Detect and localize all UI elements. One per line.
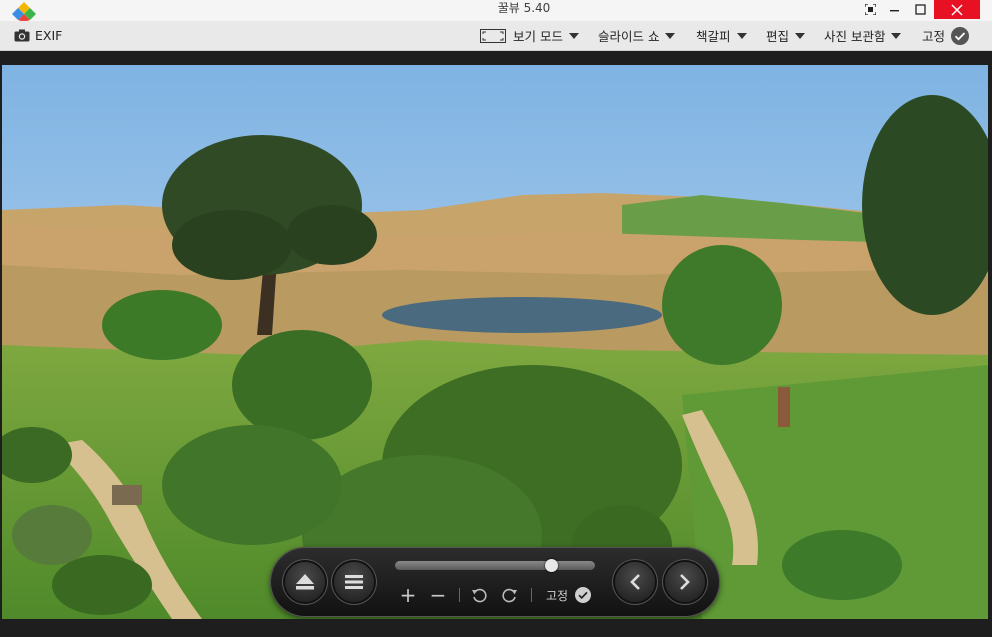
menu-button[interactable] — [334, 562, 374, 602]
chevron-down-icon — [568, 32, 579, 39]
maximize-button[interactable] — [906, 0, 934, 19]
previous-image-button[interactable] — [615, 562, 655, 602]
window-title: 꿀뷰 5.40 — [497, 1, 551, 15]
viewer-frame-bottom — [0, 619, 992, 637]
zoom-slider[interactable] — [395, 559, 595, 572]
fullscreen-icon — [864, 4, 876, 15]
close-button[interactable] — [934, 0, 980, 19]
pin-label: 고정 — [922, 29, 946, 44]
menu-icon — [345, 575, 363, 589]
pin-overlay-label: 고정 — [546, 588, 569, 603]
zoom-slider-knob[interactable] — [544, 559, 558, 572]
viewer-frame-right — [988, 65, 992, 619]
chevron-right-icon — [680, 574, 690, 590]
camera-icon — [14, 29, 30, 42]
fullscreen-toggle-button[interactable] — [858, 0, 882, 19]
photo-storage-menu[interactable]: 사진 보관함 — [824, 21, 902, 50]
edit-menu[interactable]: 편집 — [766, 21, 806, 50]
toolbar: EXIF 보기 모드 슬라이드 쇼 책갈피 편집 사진 보관함 고정 — [0, 21, 992, 51]
maximize-icon — [914, 4, 926, 15]
edit-label: 편집 — [766, 29, 790, 44]
photo-storage-label: 사진 보관함 — [824, 29, 886, 44]
rotate-left-button[interactable] — [467, 583, 491, 607]
control-divider — [458, 583, 460, 607]
view-mode-menu[interactable]: 보기 모드 — [480, 21, 579, 50]
rotate-left-icon — [472, 588, 487, 603]
pin-toggle[interactable]: 고정 — [922, 21, 970, 50]
landscape-photo — [2, 65, 988, 619]
title-bar: 꿀뷰 5.40 — [0, 0, 992, 22]
slideshow-menu[interactable]: 슬라이드 쇼 — [598, 21, 676, 50]
viewer-frame-top — [0, 51, 992, 65]
app-logo-icon — [12, 2, 36, 22]
slideshow-label: 슬라이드 쇼 — [598, 29, 660, 44]
photo-viewer-image[interactable] — [2, 65, 988, 619]
viewer-control-bar: + − 고정 — [270, 547, 720, 617]
zoom-out-label: − — [429, 583, 447, 607]
zoom-in-label: + — [399, 583, 417, 607]
eject-icon — [296, 574, 314, 590]
chevron-left-icon — [630, 574, 640, 590]
chevron-down-icon — [891, 32, 902, 39]
bookmark-label: 책갈피 — [696, 29, 731, 44]
chevron-down-icon — [665, 32, 676, 39]
exif-button[interactable]: EXIF — [14, 21, 62, 50]
next-image-button[interactable] — [665, 562, 705, 602]
zoom-in-button[interactable]: + — [396, 583, 420, 607]
minimize-button[interactable] — [882, 0, 906, 19]
view-mode-icon — [480, 28, 506, 43]
rotate-right-icon — [502, 588, 517, 603]
rotate-right-button[interactable] — [498, 583, 522, 607]
exif-label: EXIF — [35, 28, 63, 43]
control-divider — [530, 583, 532, 607]
zoom-out-button[interactable]: − — [426, 583, 450, 607]
pin-toggle-overlay[interactable]: 고정 — [546, 584, 592, 606]
chevron-down-icon — [736, 32, 747, 39]
check-icon — [951, 26, 970, 45]
eject-button[interactable] — [285, 562, 325, 602]
view-mode-label: 보기 모드 — [513, 29, 563, 44]
minimize-icon — [889, 10, 899, 12]
bookmark-menu[interactable]: 책갈피 — [696, 21, 747, 50]
chevron-down-icon — [795, 32, 806, 39]
close-icon — [951, 3, 963, 16]
check-icon — [575, 587, 592, 603]
